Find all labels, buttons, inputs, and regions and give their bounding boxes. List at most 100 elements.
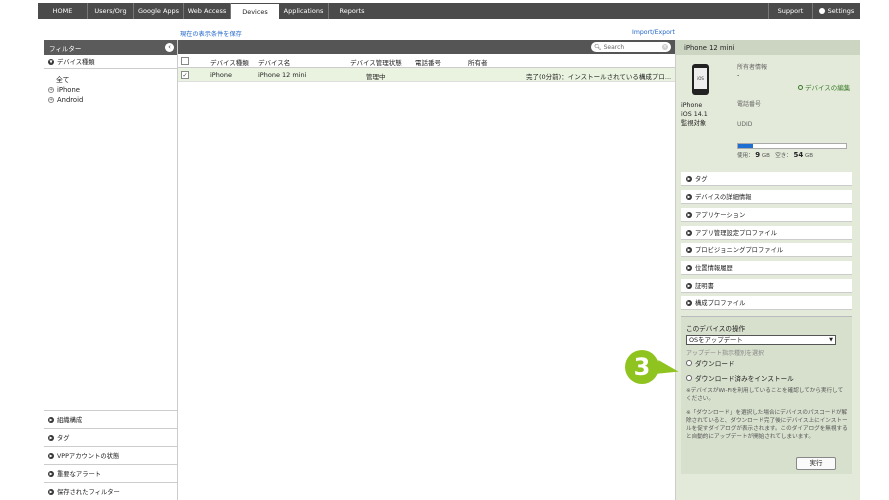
cell-device-type: iPhone: [210, 71, 232, 79]
col-owner[interactable]: 所有者: [468, 57, 488, 67]
nav-tab-users-org[interactable]: Users/Org: [88, 3, 134, 19]
nav-tab-home[interactable]: HOME: [38, 3, 88, 19]
storage-used-label: 使用：: [737, 153, 754, 159]
storage-bar: [737, 143, 847, 149]
radio-install-downloaded[interactable]: ダウンロード済みをインストール: [686, 373, 794, 383]
device-operations: このデバイスの操作 OSをアップデート ▼ アップデート指示種別を選択 ダウンロ…: [681, 316, 852, 474]
chevron-right-icon: ▶: [686, 299, 692, 306]
storage-text: 使用： 9 GB 空き： 54 GB: [737, 151, 813, 159]
filter-section-org[interactable]: ▶ 組織構成: [44, 410, 178, 428]
storage-used-value: 9: [755, 151, 761, 159]
nav-tab-reports[interactable]: Reports: [329, 3, 375, 19]
chevron-right-icon: ▶: [686, 246, 692, 253]
device-type-tree: 全て + iPhone + Android: [44, 69, 177, 105]
settings-label: Settings: [827, 7, 855, 15]
filter-section-label: 重要なアラート: [57, 471, 102, 478]
gear-icon: [818, 8, 825, 14]
chevron-down-icon: ▼: [829, 337, 833, 343]
phone-icon: iOS: [692, 64, 709, 95]
save-view-link[interactable]: 現在の表示条件を保存: [180, 29, 242, 38]
row-checkbox[interactable]: ✓: [181, 71, 189, 79]
accordion-provisioning[interactable]: ▶ プロビジョニングプロファイル: [681, 243, 852, 257]
filter-section-tag[interactable]: ▶ タグ: [44, 428, 178, 446]
step-callout: 3: [625, 350, 659, 384]
filter-title: フィルター: [49, 44, 82, 53]
accordion-location[interactable]: ▶ 位置情報履歴: [681, 261, 852, 275]
nav-tab-google-apps[interactable]: Google Apps: [134, 3, 184, 19]
search-input[interactable]: 🔍︎ Search ×: [591, 42, 671, 52]
chevron-right-icon: ▶: [48, 488, 54, 495]
chevron-right-icon: ▶: [686, 193, 692, 200]
filter-section-saved[interactable]: ▶ 保存されたフィルター: [44, 482, 178, 500]
wifi-note: ※デバイスがWi-Fiを利用していることを確認してから実行してください。: [686, 388, 844, 402]
filter-section-label: VPPアカウントの状態: [57, 453, 120, 460]
accordion-app-config[interactable]: ▶ アプリ管理設定プロファイル: [681, 226, 852, 240]
col-device-name[interactable]: デバイス名: [258, 57, 290, 67]
accordion-label: 証明書: [695, 283, 714, 290]
accordion-label: タグ: [695, 176, 708, 183]
filter-header: フィルター ‹: [44, 40, 177, 55]
accordion-label: 位置情報履歴: [695, 265, 733, 272]
search-icon: 🔍︎: [594, 43, 602, 51]
col-device-type[interactable]: デバイス種類: [210, 57, 249, 67]
search-placeholder: Search: [603, 43, 625, 51]
tree-item-label: iPhone: [57, 86, 80, 94]
detail-title: iPhone 12 mini: [676, 40, 860, 55]
select-all-checkbox[interactable]: [181, 57, 189, 65]
chevron-right-icon: ▶: [686, 264, 692, 271]
table-row[interactable]: ✓ iPhone iPhone 12 mini 管理中 完了(0分前)：インスト…: [178, 68, 675, 82]
accordion-tag[interactable]: ▶ タグ: [681, 172, 852, 186]
storage-free-label: 空き：: [775, 153, 792, 159]
accordion-device-details[interactable]: ▶ デバイスの詳細情報: [681, 190, 852, 204]
radio-label: ダウンロード済みをインストール: [695, 375, 794, 383]
top-nav: HOME Users/Org Google Apps Web Access De…: [38, 3, 860, 20]
accordion-label: プロビジョニングプロファイル: [695, 247, 784, 254]
expand-icon[interactable]: +: [48, 87, 54, 93]
accordion-certificates[interactable]: ▶ 証明書: [681, 279, 852, 293]
nav-support[interactable]: Support: [768, 3, 812, 19]
operation-select[interactable]: OSをアップデート ▼: [686, 335, 836, 345]
plus-icon: [798, 84, 803, 90]
filter-section-vpp[interactable]: ▶ VPPアカウントの状態: [44, 446, 178, 464]
accordion-label: デバイスの詳細情報: [695, 194, 752, 201]
tree-item-all[interactable]: 全て: [56, 75, 177, 85]
import-export-link[interactable]: Import/Export: [632, 29, 675, 36]
chevron-right-icon: ▶: [686, 211, 692, 218]
chevron-right-icon: ▶: [686, 282, 692, 289]
storage-bar-fill: [738, 144, 754, 148]
nav-tab-applications[interactable]: Applications: [279, 3, 329, 19]
collapse-icon[interactable]: ‹: [165, 43, 174, 52]
tree-item-iphone[interactable]: + iPhone: [48, 85, 177, 95]
radio-download[interactable]: ダウンロード: [686, 358, 735, 368]
col-phone[interactable]: 電話番号: [415, 57, 441, 67]
filter-section-device-type[interactable]: ▼ デバイス種類: [44, 55, 177, 69]
nav-tab-devices[interactable]: Devices: [231, 4, 279, 20]
edit-device-link[interactable]: デバイスの編集: [798, 82, 850, 92]
col-management-status[interactable]: デバイス管理状態: [350, 57, 402, 67]
accordion-config-profiles[interactable]: ▶ 構成プロファイル: [681, 296, 852, 310]
nav-settings[interactable]: Settings: [812, 3, 860, 19]
device-os: iOS 14.1: [681, 111, 708, 118]
clear-icon[interactable]: ×: [662, 44, 668, 50]
list-toolbar: 🔍︎ Search ×: [178, 40, 675, 54]
nav-tab-web-access[interactable]: Web Access: [184, 3, 231, 19]
update-type-label: アップデート指示種別を選択: [686, 350, 765, 357]
filter-panel: フィルター ‹ ▼ デバイス種類 全て + iPhone + Android ▶…: [44, 40, 178, 500]
radio-circle[interactable]: [686, 360, 692, 366]
chevron-right-icon: ▶: [48, 416, 54, 423]
accordion-label: アプリ管理設定プロファイル: [695, 230, 777, 237]
tree-item-android[interactable]: + Android: [48, 95, 177, 105]
operations-title: このデバイスの操作: [686, 325, 746, 333]
filter-section-label: デバイス種類: [57, 59, 95, 66]
chevron-right-icon: ▶: [686, 229, 692, 236]
run-button[interactable]: 実行: [796, 457, 836, 470]
tree-item-label: Android: [57, 96, 84, 104]
filter-section-alerts[interactable]: ▶ 重要なアラート: [44, 464, 178, 482]
accordion-applications[interactable]: ▶ アプリケーション: [681, 208, 852, 222]
expand-icon[interactable]: +: [48, 97, 54, 103]
radio-circle[interactable]: [686, 375, 692, 381]
cell-status: 管理中: [366, 73, 386, 81]
device-list: 🔍︎ Search × デバイス種類 デバイス名 デバイス管理状態 電話番号 所…: [178, 40, 675, 500]
operation-selected: OSをアップデート: [689, 336, 743, 344]
storage-unit: GB: [804, 153, 813, 159]
